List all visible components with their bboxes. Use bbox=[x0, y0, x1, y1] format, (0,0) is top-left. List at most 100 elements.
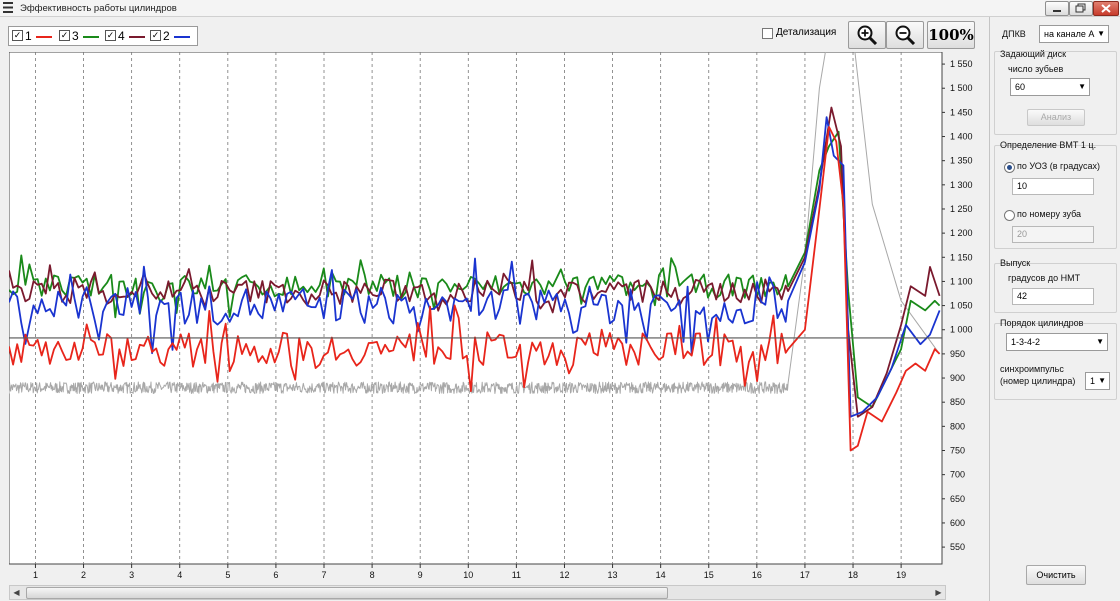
legend-swatch bbox=[83, 36, 99, 38]
uoz-label: по УОЗ (в градусах) bbox=[1017, 161, 1100, 171]
minimize-icon bbox=[1053, 10, 1061, 12]
y-tick-label: 1 500 bbox=[950, 83, 973, 93]
detail-checkbox[interactable] bbox=[762, 28, 773, 39]
zoom-in-button[interactable] bbox=[848, 21, 886, 49]
x-tick-label: 13 bbox=[608, 570, 618, 580]
minimize-button[interactable] bbox=[1045, 1, 1069, 16]
x-tick-label: 7 bbox=[321, 570, 326, 580]
clear-button[interactable]: Очистить bbox=[1026, 565, 1086, 585]
app-icon bbox=[3, 2, 13, 13]
tooth-input[interactable]: 20 bbox=[1012, 226, 1094, 243]
chevron-down-icon: ▼ bbox=[1078, 82, 1086, 91]
sync-label-2: (номер цилиндра) bbox=[1000, 376, 1076, 386]
y-tick-label: 850 bbox=[950, 397, 965, 407]
cylinder-chart[interactable]: 1 2 3 4 5 6 7 8 9 10 11 12 13 14 15 16 17 18 1955060065070… bbox=[9, 52, 979, 584]
x-tick-label: 4 bbox=[177, 570, 182, 580]
nmt-value: 42 bbox=[1017, 291, 1028, 301]
y-tick-label: 650 bbox=[950, 494, 965, 504]
chevron-down-icon: ▼ bbox=[1098, 376, 1106, 385]
zoom-out-icon bbox=[895, 25, 916, 45]
dpkv-value: на канале А bbox=[1044, 29, 1095, 39]
x-tick-label: 3 bbox=[129, 570, 134, 580]
y-tick-label: 1 050 bbox=[950, 301, 973, 311]
y-tick-label: 1 150 bbox=[950, 252, 973, 262]
order-select[interactable]: 1-3-4-2 ▼ bbox=[1006, 333, 1108, 351]
legend-checkbox[interactable]: ✓ bbox=[12, 30, 23, 41]
tooth-value: 20 bbox=[1017, 229, 1028, 239]
x-tick-label: 9 bbox=[418, 570, 423, 580]
scroll-thumb[interactable] bbox=[26, 587, 668, 599]
teeth-select[interactable]: 60 ▼ bbox=[1010, 78, 1090, 96]
x-tick-label: 8 bbox=[370, 570, 375, 580]
zoom-in-icon bbox=[857, 25, 878, 45]
legend-label: 1 bbox=[25, 29, 32, 43]
analyze-button[interactable]: Анализ bbox=[1027, 109, 1085, 126]
x-tick-label: 5 bbox=[225, 570, 230, 580]
teeth-label: число зубьев bbox=[1008, 64, 1064, 74]
x-tick-label: 6 bbox=[273, 570, 278, 580]
tooth-label: по номеру зуба bbox=[1017, 209, 1082, 219]
close-button[interactable] bbox=[1093, 1, 1119, 16]
restore-button[interactable] bbox=[1069, 1, 1093, 16]
order-title: Порядок цилиндров bbox=[1000, 318, 1084, 328]
legend-label: 4 bbox=[118, 29, 125, 43]
y-tick-label: 1 550 bbox=[950, 59, 973, 69]
y-tick-label: 600 bbox=[950, 518, 965, 528]
chevron-down-icon: ▼ bbox=[1097, 29, 1105, 38]
y-tick-label: 1 300 bbox=[950, 180, 973, 190]
tooth-radio[interactable] bbox=[1004, 210, 1015, 221]
x-tick-label: 14 bbox=[656, 570, 666, 580]
scroll-left-icon[interactable]: ◀ bbox=[10, 586, 23, 599]
x-tick-label: 17 bbox=[800, 570, 810, 580]
y-tick-label: 950 bbox=[950, 349, 965, 359]
x-tick-label: 12 bbox=[559, 570, 569, 580]
window-title: Эффективность работы цилиндров bbox=[20, 3, 177, 14]
sync-value: 1 bbox=[1090, 376, 1096, 386]
nmt-input[interactable]: 42 bbox=[1012, 288, 1094, 305]
legend-checkbox[interactable]: ✓ bbox=[59, 30, 70, 41]
y-tick-label: 1 100 bbox=[950, 276, 973, 286]
y-tick-label: 900 bbox=[950, 373, 965, 383]
teeth-value: 60 bbox=[1015, 82, 1026, 92]
uoz-input[interactable]: 10 bbox=[1012, 178, 1094, 195]
x-tick-label: 15 bbox=[704, 570, 714, 580]
y-tick-label: 800 bbox=[950, 421, 965, 431]
close-icon bbox=[1101, 4, 1111, 13]
legend-checkbox[interactable]: ✓ bbox=[150, 30, 161, 41]
legend-swatch bbox=[36, 36, 52, 38]
legend-label: 2 bbox=[163, 29, 170, 43]
y-tick-label: 1 400 bbox=[950, 132, 973, 142]
detail-label: Детализация bbox=[776, 27, 837, 38]
x-tick-label: 18 bbox=[848, 570, 858, 580]
legend-swatch bbox=[174, 36, 190, 38]
zoom-out-button[interactable] bbox=[886, 21, 924, 49]
scroll-right-icon[interactable]: ▶ bbox=[932, 586, 945, 599]
settings-panel: ДПКВ на канале А ▼ Задающий диск число з… bbox=[989, 17, 1120, 601]
uoz-radio[interactable] bbox=[1004, 162, 1015, 173]
sync-select[interactable]: 1 ▼ bbox=[1085, 372, 1110, 390]
legend: ✓ 1 ✓ 3 ✓ 4 ✓ 2 bbox=[8, 26, 198, 46]
exhaust-title: Выпуск bbox=[1000, 258, 1031, 268]
y-tick-label: 750 bbox=[950, 445, 965, 455]
y-tick-label: 700 bbox=[950, 470, 965, 480]
legend-label: 3 bbox=[72, 29, 79, 43]
x-tick-label: 11 bbox=[512, 570, 521, 580]
y-tick-label: 1 450 bbox=[950, 107, 973, 117]
horizontal-scrollbar[interactable]: ◀ ▶ bbox=[9, 585, 946, 600]
x-tick-label: 19 bbox=[896, 570, 906, 580]
y-tick-label: 1 350 bbox=[950, 156, 973, 166]
zoom-reset-button[interactable]: 100% bbox=[927, 21, 975, 49]
order-value: 1-3-4-2 bbox=[1011, 337, 1041, 347]
y-tick-label: 1 000 bbox=[950, 325, 973, 335]
title-bar: Эффективность работы цилиндров bbox=[0, 0, 1120, 17]
vmt-title: Определение ВМТ 1 ц. bbox=[1000, 140, 1097, 150]
x-tick-label: 16 bbox=[752, 570, 762, 580]
chevron-down-icon: ▼ bbox=[1096, 337, 1104, 346]
plot-panel: ✓ 1 ✓ 3 ✓ 4 ✓ 2 Детализация 100% 1 2 3 4… bbox=[0, 17, 988, 601]
y-tick-label: 1 200 bbox=[950, 228, 973, 238]
x-tick-label: 1 bbox=[33, 570, 38, 580]
dpkv-select[interactable]: на канале А ▼ bbox=[1039, 25, 1109, 43]
legend-checkbox[interactable]: ✓ bbox=[105, 30, 116, 41]
disk-title: Задающий диск bbox=[1000, 49, 1067, 59]
uoz-value: 10 bbox=[1017, 181, 1028, 191]
